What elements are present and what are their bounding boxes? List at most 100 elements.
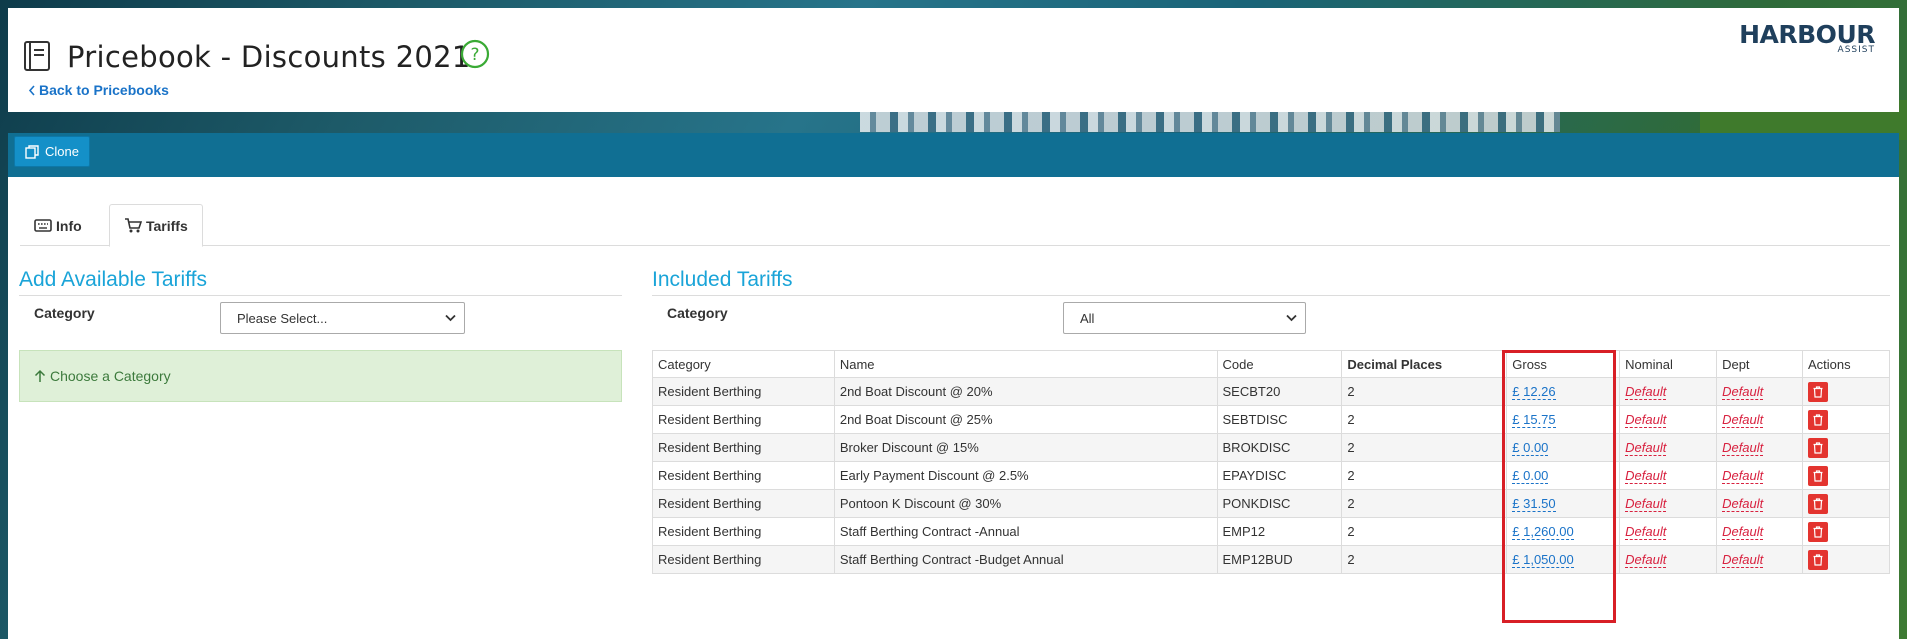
trash-icon — [1813, 441, 1823, 454]
cell-text: SEBTDISC — [1222, 412, 1288, 427]
cell-code: EMP12 — [1216, 517, 1343, 546]
nominal-edit-link[interactable]: Default — [1625, 412, 1667, 428]
gross-edit-link[interactable]: £ 0.00 — [1512, 440, 1549, 456]
cell-text: BROKDISC — [1222, 440, 1291, 455]
dept-edit-link[interactable]: Default — [1722, 412, 1764, 428]
clone-icon — [25, 144, 39, 159]
available-category-label: Category — [34, 305, 95, 321]
column-header[interactable]: Decimal Places — [1341, 350, 1508, 378]
cell-code: SEBTDISC — [1216, 405, 1343, 434]
page-header: Pricebook - Discounts 2021 ? Back to Pri… — [8, 8, 1899, 112]
cart-icon — [125, 218, 142, 233]
tab-bar: Info Tariffs — [20, 204, 1890, 247]
cell-gross: £ 15.75 — [1506, 405, 1621, 434]
trash-icon — [1813, 525, 1823, 538]
column-header[interactable]: Nominal — [1619, 350, 1718, 378]
tab-tariffs[interactable]: Tariffs — [109, 204, 203, 247]
available-category-value: Please Select... — [237, 310, 328, 326]
column-header[interactable]: Category — [652, 350, 835, 378]
gross-edit-link[interactable]: £ 15.75 — [1512, 412, 1556, 428]
column-header[interactable]: Dept — [1716, 350, 1803, 378]
gross-edit-link[interactable]: £ 12.26 — [1512, 384, 1556, 400]
gross-edit-link[interactable]: £ 1,050.00 — [1512, 552, 1574, 568]
cell-name: Pontoon K Discount @ 30% — [833, 489, 1218, 518]
cell-dept: Default — [1716, 517, 1803, 546]
nominal-edit-link[interactable]: Default — [1625, 496, 1667, 512]
cell-text: Resident Berthing — [658, 384, 762, 399]
cell-text: 2 — [1347, 524, 1355, 539]
cell-text: Resident Berthing — [658, 496, 762, 511]
dept-edit-link[interactable]: Default — [1722, 524, 1764, 540]
cell-text: 2 — [1347, 384, 1355, 399]
cell-actions — [1802, 489, 1890, 518]
cell-decimal-places: 2 — [1341, 433, 1508, 462]
nominal-edit-link[interactable]: Default — [1625, 440, 1667, 456]
column-header[interactable]: Code — [1216, 350, 1343, 378]
available-category-select[interactable]: Please Select... — [220, 302, 465, 334]
cell-gross: £ 1,050.00 — [1506, 545, 1621, 574]
nominal-edit-link[interactable]: Default — [1625, 384, 1667, 400]
nominal-edit-link[interactable]: Default — [1625, 552, 1667, 568]
cell-category: Resident Berthing — [652, 405, 835, 434]
cell-dept: Default — [1716, 461, 1803, 490]
trash-icon — [1813, 497, 1823, 510]
cell-text: 2 — [1347, 412, 1355, 427]
clone-button[interactable]: Clone — [14, 136, 90, 167]
gross-edit-link[interactable]: £ 31.50 — [1512, 496, 1556, 512]
cell-text: 2 — [1347, 468, 1355, 483]
cell-decimal-places: 2 — [1341, 517, 1508, 546]
included-category-label: Category — [667, 305, 728, 321]
gross-edit-link[interactable]: £ 1,260.00 — [1512, 524, 1574, 540]
column-header[interactable]: Gross — [1506, 350, 1621, 378]
choose-category-message: Choose a Category — [19, 350, 622, 402]
delete-button[interactable] — [1808, 409, 1828, 430]
cell-text: EMP12BUD — [1222, 552, 1293, 567]
delete-button[interactable] — [1808, 493, 1828, 514]
cell-name: Early Payment Discount @ 2.5% — [833, 461, 1218, 490]
column-header[interactable]: Name — [833, 350, 1218, 378]
delete-button[interactable] — [1808, 381, 1828, 402]
tab-info[interactable]: Info — [20, 204, 96, 247]
dept-edit-link[interactable]: Default — [1722, 552, 1764, 568]
cell-category: Resident Berthing — [652, 545, 835, 574]
delete-button[interactable] — [1808, 549, 1828, 570]
cell-dept: Default — [1716, 405, 1803, 434]
cell-text: PONKDISC — [1222, 496, 1291, 511]
cell-decimal-places: 2 — [1341, 461, 1508, 490]
delete-button[interactable] — [1808, 465, 1828, 486]
gross-edit-link[interactable]: £ 0.00 — [1512, 468, 1549, 484]
cell-code: BROKDISC — [1216, 433, 1343, 462]
divider — [19, 295, 622, 296]
cell-text: Resident Berthing — [658, 412, 762, 427]
back-to-pricebooks-link[interactable]: Back to Pricebooks — [28, 82, 169, 98]
main-panel: Info Tariffs Add Available Tariffs Categ… — [8, 177, 1899, 639]
table-row: Resident Berthing Staff Berthing Contrac… — [652, 517, 1890, 546]
dept-edit-link[interactable]: Default — [1722, 468, 1764, 484]
cell-decimal-places: 2 — [1341, 405, 1508, 434]
chevron-down-icon — [445, 314, 456, 322]
arrow-up-icon — [34, 369, 46, 382]
table-row: Resident Berthing Pontoon K Discount @ 3… — [652, 489, 1890, 518]
cell-name: Staff Berthing Contract -Annual — [833, 517, 1218, 546]
dept-edit-link[interactable]: Default — [1722, 440, 1764, 456]
cell-actions — [1802, 461, 1890, 490]
table-row: Resident Berthing 2nd Boat Discount @ 20… — [652, 377, 1890, 406]
cell-text: Broker Discount @ 15% — [839, 440, 979, 455]
nominal-edit-link[interactable]: Default — [1625, 468, 1667, 484]
delete-button[interactable] — [1808, 437, 1828, 458]
tab-tariffs-label: Tariffs — [146, 217, 188, 234]
cell-name: 2nd Boat Discount @ 25% — [833, 405, 1218, 434]
help-icon[interactable]: ? — [460, 39, 490, 69]
table-row: Resident Berthing Staff Berthing Contrac… — [652, 545, 1890, 574]
dept-edit-link[interactable]: Default — [1722, 384, 1764, 400]
cell-decimal-places: 2 — [1341, 489, 1508, 518]
cell-actions — [1802, 405, 1890, 434]
delete-button[interactable] — [1808, 521, 1828, 542]
cell-dept: Default — [1716, 545, 1803, 574]
cell-category: Resident Berthing — [652, 461, 835, 490]
included-category-value: All — [1080, 310, 1095, 326]
included-category-select[interactable]: All — [1063, 302, 1306, 334]
nominal-edit-link[interactable]: Default — [1625, 524, 1667, 540]
dept-edit-link[interactable]: Default — [1722, 496, 1764, 512]
cell-nominal: Default — [1619, 433, 1718, 462]
